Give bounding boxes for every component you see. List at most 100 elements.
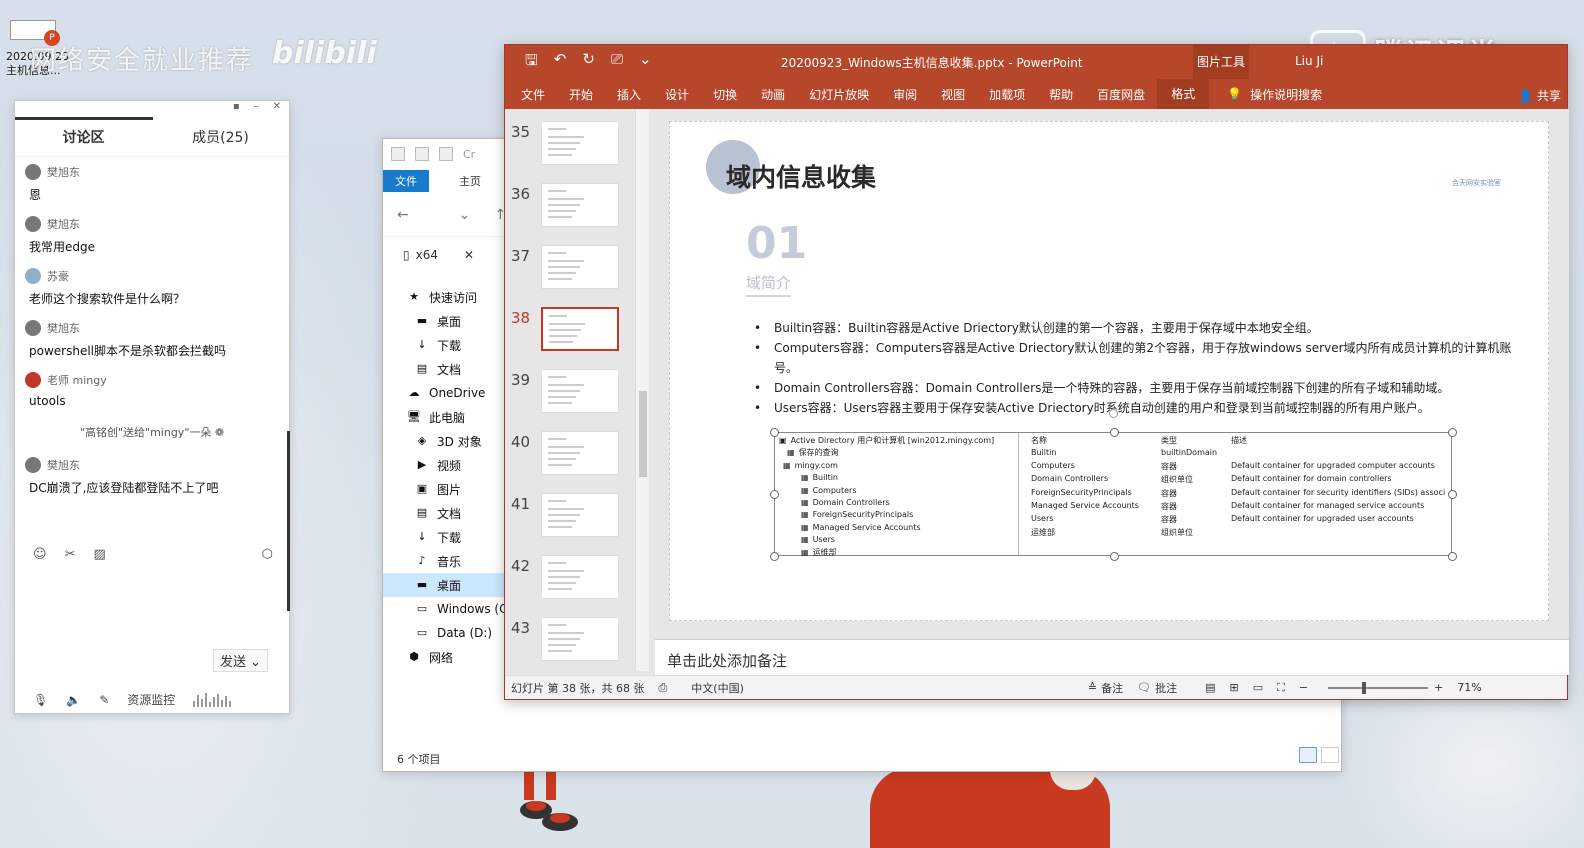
ribbon-tab[interactable]: 文件 <box>505 86 557 103</box>
slide-thumbnail[interactable]: 40 <box>505 431 635 481</box>
tree-item[interactable]: ▤ 文档 <box>383 357 505 381</box>
tree-item[interactable]: ↓ 下载 <box>383 525 505 549</box>
ribbon-tab[interactable]: 开始 <box>557 86 605 103</box>
slide-thumbnail[interactable]: 41 <box>505 493 635 543</box>
tree-item[interactable]: ☁ OneDrive <box>383 381 505 405</box>
tree-item[interactable]: ▣ 图片 <box>383 477 505 501</box>
send-button[interactable]: 发送 ⌄ <box>213 649 269 672</box>
ad-tree-node[interactable]: ▦ 运维部 <box>779 547 1014 559</box>
selected-picture-ad-console[interactable]: ▣ Active Directory 用户和计算机 [win2012.mingy.… <box>770 409 1457 561</box>
ribbon-tab[interactable]: 切换 <box>701 86 749 103</box>
accessibility-icon[interactable]: ⎙ <box>658 681 667 695</box>
customize-chevron-icon[interactable]: ⌄ <box>639 50 652 75</box>
ad-tree-node[interactable]: ▦ Users <box>779 534 1014 546</box>
save-icon[interactable]: 🖫 <box>525 50 538 75</box>
resize-handle[interactable] <box>770 552 779 561</box>
tab-format[interactable]: 格式 <box>1157 79 1210 109</box>
new-folder-icon[interactable] <box>439 147 453 161</box>
tab-file[interactable]: 文件 <box>383 170 429 192</box>
notes-pane[interactable]: 单击此处添加备注 <box>655 639 1569 675</box>
close-icon[interactable]: ✕ <box>273 101 281 117</box>
resize-handle[interactable] <box>1110 552 1119 561</box>
chevron-down-icon[interactable]: ⌄ <box>459 207 471 223</box>
slide-thumbnail[interactable]: 36 <box>505 183 635 233</box>
resize-handle[interactable] <box>1448 552 1457 561</box>
bullet-list[interactable]: Builtin容器：Builtin容器是Active Driectory默认创建… <box>754 318 1524 418</box>
rotate-handle-icon[interactable] <box>1109 409 1118 418</box>
tree-item[interactable]: ♪ 音乐 <box>383 549 505 573</box>
tree-item[interactable]: ▬ 桌面 <box>383 573 505 597</box>
tree-item[interactable]: 🖥 此电脑 <box>383 405 505 429</box>
ad-tree-node[interactable]: ▦ ForeignSecurityPrincipals <box>779 509 1014 521</box>
resize-handle[interactable] <box>1448 490 1457 499</box>
speaker-icon[interactable]: 🔈 <box>66 693 81 707</box>
section-subtitle[interactable]: 域简介 <box>746 272 792 297</box>
ribbon-tab[interactable]: 插入 <box>605 86 653 103</box>
slide-title[interactable]: 域内信息收集 <box>726 158 876 194</box>
slide-thumbnail[interactable]: 43 <box>505 617 635 667</box>
tree-item[interactable]: ▭ Data (D:) <box>383 621 505 645</box>
chat-scrollbar[interactable] <box>287 431 290 611</box>
avatar[interactable] <box>25 216 41 232</box>
thumbnails-scrollbar[interactable] <box>635 109 649 671</box>
ad-tree-node[interactable]: ▦ Builtin <box>779 472 1014 484</box>
tree-item[interactable]: ▭ Windows (C <box>383 597 505 621</box>
user-name[interactable]: Liu Ji <box>1295 54 1323 68</box>
ribbon-tab[interactable]: 百度网盘 <box>1085 86 1157 103</box>
avatar[interactable] <box>25 320 41 336</box>
language-indicator[interactable]: 中文(中国) <box>691 680 744 696</box>
resize-handle[interactable] <box>1110 428 1119 437</box>
ribbon-tab[interactable]: 审阅 <box>881 86 929 103</box>
large-icons-view-icon[interactable] <box>1321 747 1339 763</box>
avatar[interactable] <box>25 268 41 284</box>
slide-sorter-icon[interactable]: ⊞ <box>1229 681 1238 694</box>
resize-handle[interactable] <box>1448 428 1457 437</box>
properties-icon[interactable] <box>415 147 429 161</box>
ribbon-tab[interactable]: 加载项 <box>977 86 1037 103</box>
share-button[interactable]: 👤 共享 <box>1518 87 1561 104</box>
avatar[interactable] <box>25 164 41 180</box>
tab-home[interactable]: 主页 <box>459 173 481 189</box>
slide-thumbnail[interactable]: 38 <box>505 307 635 357</box>
resize-handle[interactable] <box>770 428 779 437</box>
slideshow-icon[interactable]: ⛶ <box>1277 681 1285 695</box>
section-number[interactable]: 01 <box>746 218 807 269</box>
close-icon[interactable]: ✕ <box>464 248 474 262</box>
ad-tree-node[interactable]: ▦ Managed Service Accounts <box>779 522 1014 534</box>
tree-item[interactable]: ★ 快速访问 <box>383 285 505 309</box>
slide-thumbnail[interactable]: 42 <box>505 555 635 605</box>
slide-thumbnail[interactable]: 37 <box>505 245 635 295</box>
chevron-down-icon[interactable]: ⌄ <box>250 655 261 670</box>
zoom-level[interactable]: 71% <box>1457 681 1481 694</box>
pen-icon[interactable]: ✎ <box>99 693 109 707</box>
ad-tree-node[interactable]: ▦ Computers <box>779 485 1014 497</box>
ribbon-tab[interactable]: 帮助 <box>1037 86 1085 103</box>
ribbon-tab[interactable]: 动画 <box>749 86 797 103</box>
avatar[interactable] <box>25 372 41 388</box>
notes-toggle[interactable]: ≙ 备注 <box>1088 680 1123 696</box>
tree-item[interactable]: ▤ 文档 <box>383 501 505 525</box>
normal-view-icon[interactable]: ▤ <box>1205 681 1215 694</box>
ribbon-tab[interactable]: 设计 <box>653 86 701 103</box>
tree-item[interactable]: ◈ 3D 对象 <box>383 429 505 453</box>
ribbon-tab[interactable]: 幻灯片放映 <box>797 86 881 103</box>
tree-item[interactable]: ⬢ 网络 <box>383 645 505 669</box>
tab-members[interactable]: 成员(25) <box>152 127 289 147</box>
resize-handle[interactable] <box>770 490 779 499</box>
undo-icon[interactable]: ↶ <box>554 50 567 75</box>
pin-icon[interactable]: ▪ <box>233 101 240 117</box>
ribbon-tab[interactable]: 视图 <box>929 86 977 103</box>
slide-thumbnail[interactable]: 39 <box>505 369 635 419</box>
ad-tree-node[interactable]: ▣ Active Directory 用户和计算机 [win2012.mingy.… <box>779 435 1014 447</box>
tree-item[interactable]: ▶ 视频 <box>383 453 505 477</box>
zoom-out-icon[interactable]: − <box>1299 681 1308 694</box>
resource-monitor-label[interactable]: 资源监控 <box>127 691 175 708</box>
redo-icon[interactable]: ↻ <box>582 50 595 75</box>
tree-item[interactable]: ▬ 桌面 <box>383 309 505 333</box>
emoji-icon[interactable]: ☺ <box>33 547 47 562</box>
settings-icon[interactable]: ⬡ <box>262 547 273 562</box>
tree-item[interactable]: ↓ 下载 <box>383 333 505 357</box>
ad-tree-node[interactable]: ▦ 保存的查询 <box>779 447 1014 459</box>
minimize-icon[interactable]: – <box>254 101 259 117</box>
slide-canvas[interactable]: 域内信息收集 合天网安实验室 01 域简介 Builtin容器：Builtin容… <box>669 121 1549 621</box>
